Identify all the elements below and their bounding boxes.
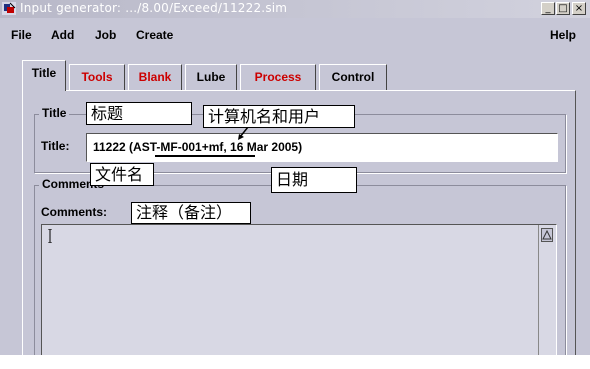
tab-title[interactable]: Title (22, 60, 66, 91)
tab-lube[interactable]: Lube (185, 64, 237, 90)
title-input-value: 11222 (AST-MF-001+mf, 16 Mar 2005) (93, 140, 303, 154)
tab-lube-label: Lube (196, 70, 226, 84)
minimize-button[interactable]: _ (541, 2, 555, 15)
comments-textarea[interactable] (41, 224, 557, 355)
menu-file[interactable]: File (11, 28, 32, 42)
annotation-filename: 文件名 (90, 163, 154, 186)
tab-tools[interactable]: Tools (69, 64, 125, 90)
menu-create[interactable]: Create (136, 28, 173, 42)
window-title: Input generator: .../8.00/Exceed/11222.s… (20, 1, 288, 15)
annotation-title-cn: 标题 (86, 102, 192, 125)
tab-blank-label: Blank (138, 70, 172, 84)
app-icon (2, 2, 16, 15)
menu-job[interactable]: Job (95, 28, 116, 42)
annotation-computer-user: 计算机名和用户 (203, 105, 355, 128)
tab-blank[interactable]: Blank (128, 64, 182, 90)
title-tab-panel: Title Title: 11222 (AST-MF-001+mf, 16 Ma… (22, 90, 576, 355)
text-cursor-icon (48, 229, 52, 243)
tab-process-label: Process (254, 70, 302, 84)
title-group-legend: Title (39, 106, 70, 120)
pointer-arrow-icon (238, 127, 249, 140)
annotation-comments-cn: 注释（备注） (131, 202, 251, 224)
menu-bar: File Add Job Create Help (0, 18, 590, 51)
tab-title-label: Title (31, 66, 57, 80)
comments-field-label: Comments: (41, 205, 108, 219)
scroll-up-icon[interactable] (541, 228, 553, 242)
title-bar[interactable]: Input generator: .../8.00/Exceed/11222.s… (0, 0, 590, 18)
input-generator-window: Input generator: .../8.00/Exceed/11222.s… (0, 0, 590, 355)
maximize-button[interactable]: □ (556, 2, 570, 15)
title-field-label: Title: (41, 139, 70, 153)
menu-add[interactable]: Add (51, 28, 74, 42)
title-input[interactable]: 11222 (AST-MF-001+mf, 16 Mar 2005) (86, 133, 558, 162)
annotation-date: 日期 (271, 167, 357, 193)
filename-underline (155, 155, 255, 157)
comments-scrollbar[interactable] (538, 225, 555, 355)
tab-process[interactable]: Process (240, 64, 316, 90)
menu-help[interactable]: Help (550, 28, 576, 42)
tab-tools-label: Tools (81, 70, 113, 84)
close-button[interactable]: × (572, 2, 586, 15)
tab-control-label: Control (331, 70, 375, 84)
tab-control[interactable]: Control (319, 64, 387, 90)
